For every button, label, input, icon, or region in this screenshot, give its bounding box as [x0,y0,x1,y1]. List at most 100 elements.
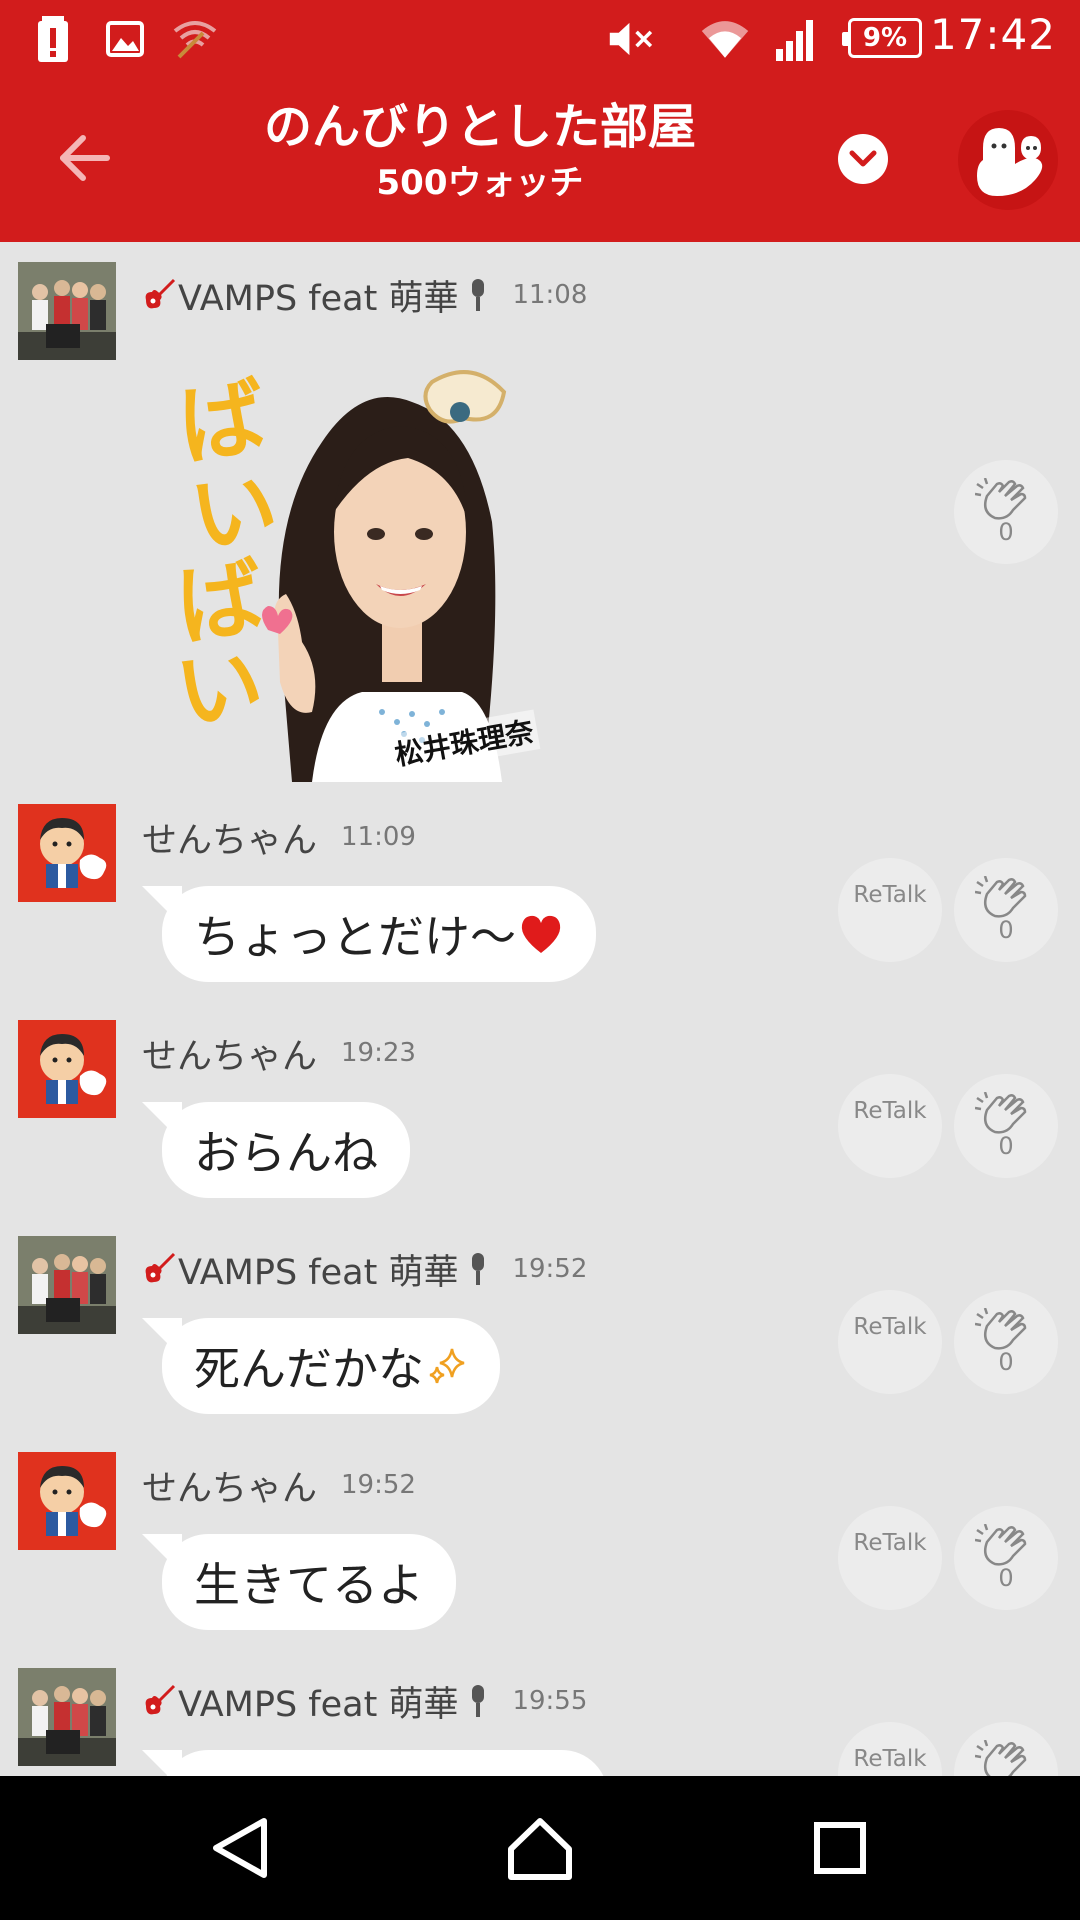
battery-level: 9% [862,23,908,53]
back-button[interactable] [40,120,128,196]
message-time: 11:08 [512,280,588,310]
message-header: せんちゃん 19:52 [142,1460,416,1510]
message-header: VAMPS feat 萌華 19:55 [142,1676,587,1726]
clap-button[interactable]: 0 [954,1722,1058,1776]
clap-hands-icon [975,1308,1027,1350]
wifi-icon [700,14,750,64]
retalk-label: ReTalk [853,882,927,908]
message-bubble[interactable]: おらんね [162,1102,410,1198]
status-bar: 9% 17:42 [0,0,1080,78]
guitar-icon [145,1684,176,1715]
clap-button[interactable]: 0 [954,460,1058,564]
battery-icon: 9% [842,18,922,58]
sender-name: せんちゃん [142,1468,318,1509]
message-bubble[interactable]: 生きてるよ [162,1534,456,1630]
character-avatar-icon [18,1452,116,1550]
retalk-button[interactable]: ReTalk [838,1722,942,1776]
nav-home-button[interactable] [495,1806,585,1890]
avatar[interactable] [18,262,116,360]
chat-message: せんちゃん 19:23 おらんね ReTalk 0 [0,1020,1080,1230]
chat-message: せんちゃん 11:09 ちょっとだけ〜 ReTalk 0 [0,804,1080,1014]
microphone-icon [472,1253,485,1285]
microphone-icon [472,279,485,311]
avatar[interactable] [18,1668,116,1766]
avatar[interactable] [18,1452,116,1550]
clap-hands-icon [975,1092,1027,1134]
sender-name: VAMPS feat 萌華 [178,278,459,319]
chat-message: VAMPS feat 萌華 11:08 ば い ば い 松井珠理奈 0 [0,262,1080,832]
image-icon [100,14,150,64]
message-header: せんちゃん 11:09 [142,812,416,862]
sender-name: せんちゃん [142,1036,318,1077]
message-bubble[interactable]: 死んだかな [162,1318,500,1414]
svg-text:い: い [172,634,269,745]
retalk-label: ReTalk [853,1746,927,1772]
retalk-button[interactable]: ReTalk [838,858,942,962]
message-header: VAMPS feat 萌華 19:52 [142,1244,587,1294]
chat-message: VAMPS feat 萌華 19:52 死んだかな ReTalk 0 [0,1236,1080,1446]
clap-hands-icon [975,1740,1027,1776]
message-header: VAMPS feat 萌華 11:08 [142,270,587,320]
microphone-icon [472,1685,485,1717]
room-title: のんびりとした部屋 [263,99,696,155]
group-photo-icon [18,1236,116,1334]
clap-count: 0 [998,1132,1014,1160]
recents-icon [814,1822,866,1874]
chat-message: VAMPS feat 萌華 19:55 ReTalk 0 [0,1668,1080,1776]
home-icon [508,1818,572,1880]
dropdown-button[interactable] [838,134,888,184]
app-bar: のんびりとした部屋 500ウォッチ [0,78,1080,242]
message-time: 11:09 [341,822,416,852]
sender-name: VAMPS feat 萌華 [178,1252,459,1293]
retalk-button[interactable]: ReTalk [838,1506,942,1610]
status-time: 17:42 [929,10,1056,59]
message-time: 19:52 [341,1470,416,1500]
retalk-label: ReTalk [853,1530,927,1556]
message-header: せんちゃん 19:23 [142,1028,416,1078]
arrow-left-icon [60,135,110,181]
retalk-button[interactable]: ReTalk [838,1074,942,1178]
avatar[interactable] [18,804,116,902]
message-text: 死んだかな [194,1342,424,1396]
chat-message: せんちゃん 19:52 生きてるよ ReTalk 0 [0,1452,1080,1662]
character-avatar-icon [18,804,116,902]
clap-button[interactable]: 0 [954,1074,1058,1178]
retalk-button[interactable]: ReTalk [838,1290,942,1394]
avatar[interactable] [18,1236,116,1334]
ghost-button[interactable] [958,110,1058,210]
avatar[interactable] [18,1020,116,1118]
chat-feed[interactable]: VAMPS feat 萌華 11:08 ば い ば い 松井珠理奈 0 せんちゃ… [0,242,1080,1776]
message-bubble[interactable]: ちょっとだけ〜 [162,886,596,982]
message-text: 生きてるよ [194,1558,424,1612]
clap-button[interactable]: 0 [954,1290,1058,1394]
mute-icon [608,14,658,64]
retalk-label: ReTalk [853,1314,927,1340]
clap-count: 0 [998,1564,1014,1592]
message-time: 19:55 [512,1686,588,1716]
clap-hands-icon [975,876,1027,918]
back-triangle-icon [213,1818,267,1878]
chevron-down-icon [849,150,877,167]
screen: 9% 17:42 のんびりとした部屋 500ウォッチ VAMPS feat 萌華… [0,0,1080,1920]
heart-icon [521,915,561,953]
message-time: 19:23 [341,1038,416,1068]
message-bubble[interactable] [162,1750,608,1776]
signal-icon [772,14,822,64]
group-photo-icon [18,1668,116,1766]
watch-count: 500ウォッチ [376,163,584,203]
clap-button[interactable]: 0 [954,858,1058,962]
sticker-image[interactable]: ば い ば い 松井珠理奈 [172,362,592,782]
sender-name: せんちゃん [142,820,318,861]
wifi-off-icon [170,14,220,64]
guitar-icon [145,278,176,309]
clap-button[interactable]: 0 [954,1506,1058,1610]
message-text: おらんね [194,1126,378,1180]
nav-back-button[interactable] [196,1806,286,1890]
group-photo-icon [18,262,116,360]
alert-icon [28,14,78,64]
nav-recents-button[interactable] [795,1806,885,1890]
navigation-bar [0,1776,1080,1920]
retalk-label: ReTalk [853,1098,927,1124]
message-text: ちょっとだけ〜 [194,910,516,964]
clap-hands-icon [975,478,1027,520]
